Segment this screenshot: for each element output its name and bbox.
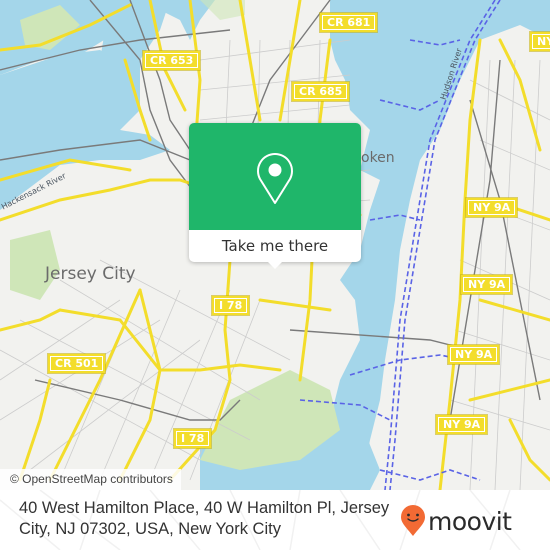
moovit-logo[interactable]: moovit — [400, 504, 512, 538]
moovit-wordmark: moovit — [428, 506, 512, 536]
location-pin-icon — [257, 153, 293, 204]
moovit-pin-icon — [401, 505, 425, 536]
water-bay-left — [0, 50, 170, 210]
road-shield-ny9a-5: NY 9A — [436, 415, 488, 434]
road-shield-i78-lower: I 78 — [174, 429, 212, 448]
place-label-hoboken: oken — [361, 150, 395, 166]
road-shield-ny9a-4: NY 9A — [448, 345, 500, 364]
footer: 40 West Hamilton Place, 40 W Hamilton Pl… — [0, 490, 550, 550]
road-shield-cr681: CR 681 — [320, 13, 378, 32]
popup-pointer — [267, 261, 283, 269]
take-me-there-button[interactable]: Take me there — [189, 230, 361, 262]
road-shield-ny9a-2: NY 9A — [466, 198, 518, 217]
road-shield-ny9a-3: NY 9A — [461, 275, 513, 294]
road-shield-i78-upper: I 78 — [212, 296, 250, 315]
road-shield-cr653: CR 653 — [143, 51, 201, 70]
road-shield-ny9a-1: NY 9A — [530, 32, 550, 51]
map[interactable]: Jersey City oken Hackensack River Hudson… — [0, 0, 550, 490]
map-attribution[interactable]: © OpenStreetMap contributors — [0, 469, 181, 490]
location-popup: Take me there — [189, 123, 361, 269]
road-shield-cr685: CR 685 — [292, 82, 350, 101]
popup-header — [189, 123, 361, 230]
place-label-jersey-city: Jersey City — [45, 264, 136, 284]
address-text: 40 West Hamilton Place, 40 W Hamilton Pl… — [19, 499, 390, 538]
road-shield-cr501: CR 501 — [48, 354, 106, 373]
